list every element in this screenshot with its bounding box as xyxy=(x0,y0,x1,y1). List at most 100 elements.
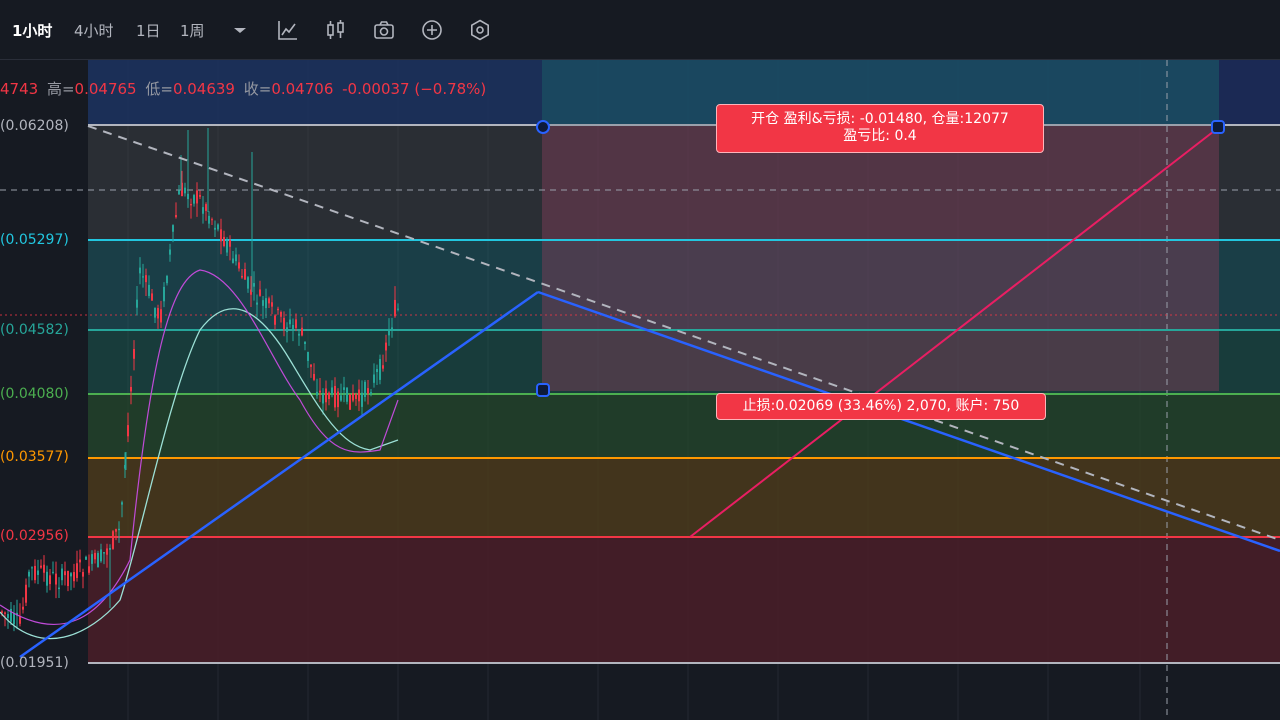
position-entry-handle[interactable] xyxy=(536,120,550,134)
candle-body xyxy=(307,352,309,361)
candle-body xyxy=(52,571,54,573)
candle-body xyxy=(133,348,135,359)
candle-body xyxy=(331,387,333,394)
candle-body xyxy=(364,381,366,397)
candle-body xyxy=(208,215,210,224)
candle-body xyxy=(397,308,399,310)
interval-1w[interactable]: 1周 xyxy=(180,20,205,41)
candle-body xyxy=(277,308,279,311)
candle-body xyxy=(103,552,105,554)
candle-style-icon[interactable] xyxy=(324,18,348,42)
candle-body xyxy=(46,571,48,586)
position-entry-label: 开仓 盈利&亏损: -0.01480, 仓量:12077 xyxy=(751,111,1009,127)
settings-icon[interactable] xyxy=(468,18,492,42)
candle-body xyxy=(136,299,138,308)
ohlc-high: 0.04765 xyxy=(74,80,137,98)
candle-body xyxy=(202,207,204,214)
candle-body xyxy=(352,393,354,401)
candle-body xyxy=(145,275,147,283)
candle-body xyxy=(85,556,87,560)
position-entry-tooltip[interactable]: 开仓 盈利&亏损: -0.01480, 仓量:12077 盈亏比: 0.4 xyxy=(716,104,1044,153)
candle-body xyxy=(256,302,258,305)
candle-body xyxy=(214,227,216,230)
candle-body xyxy=(274,315,276,325)
indicators-icon[interactable] xyxy=(276,18,300,42)
candle-body xyxy=(388,329,390,336)
candle-body xyxy=(244,269,246,280)
candle-body xyxy=(169,249,171,255)
candle-body xyxy=(127,425,129,437)
candle-body xyxy=(40,565,42,568)
candle-body xyxy=(70,573,72,577)
candle-body xyxy=(235,254,237,262)
candle-body xyxy=(205,204,207,211)
candle-body xyxy=(382,365,384,369)
candle-body xyxy=(166,276,168,284)
candle-body xyxy=(346,387,348,402)
candle-body xyxy=(310,364,312,367)
candle-body xyxy=(13,612,15,625)
candle-body xyxy=(370,392,372,394)
chevron-down-icon[interactable] xyxy=(228,18,252,42)
candle-body xyxy=(112,531,114,549)
ohlc-close: 0.04706 xyxy=(271,80,334,98)
chart-canvas[interactable] xyxy=(0,60,1280,720)
candle-body xyxy=(325,388,327,403)
position-profit-zone xyxy=(1219,60,1280,125)
candle-body xyxy=(373,374,375,383)
candle-body xyxy=(76,563,78,578)
fib-level-label: (0.02956) xyxy=(0,528,69,544)
candle-body xyxy=(130,386,132,392)
candle-body xyxy=(190,204,192,206)
candle-body xyxy=(193,195,195,204)
candle-body xyxy=(118,528,120,531)
candle-body xyxy=(73,572,75,582)
candle-body xyxy=(238,262,240,269)
stop-loss-handle[interactable] xyxy=(536,383,550,397)
candle-body xyxy=(289,319,291,325)
stop-loss-tooltip[interactable]: 止损:0.02069 (33.46%) 2,070, 账户: 750 xyxy=(716,393,1046,420)
candle-body xyxy=(355,394,357,399)
candle-body xyxy=(43,564,45,573)
candle-body xyxy=(349,394,351,410)
candle-body xyxy=(319,390,321,393)
candle-body xyxy=(229,240,231,247)
add-icon[interactable] xyxy=(420,18,444,42)
candle-body xyxy=(4,612,6,614)
candle-body xyxy=(379,359,381,380)
interval-1h[interactable]: 1小时 xyxy=(12,20,52,41)
candle-body xyxy=(121,502,123,505)
candle-body xyxy=(19,616,21,624)
candle-body xyxy=(265,298,267,309)
candle-body xyxy=(295,319,297,328)
candle-body xyxy=(385,342,387,351)
candle-body xyxy=(334,385,336,408)
camera-icon[interactable] xyxy=(372,18,396,42)
fib-level-label: (0.03577) xyxy=(0,449,69,465)
candle-body xyxy=(106,548,108,555)
candle-body xyxy=(394,299,396,317)
candle-body xyxy=(340,395,342,401)
candle-body xyxy=(220,229,222,242)
candle-body xyxy=(262,300,264,306)
candle-body xyxy=(160,309,162,323)
candle-body xyxy=(22,606,24,610)
chart-pane[interactable] xyxy=(0,60,1280,720)
candle-body xyxy=(292,324,294,330)
ohlc-low: 0.04639 xyxy=(172,80,235,98)
candle-body xyxy=(58,587,60,590)
candle-body xyxy=(358,389,360,402)
candle-body xyxy=(37,570,39,575)
candle-body xyxy=(115,529,117,532)
candle-body xyxy=(376,368,378,373)
candle-body xyxy=(178,190,180,195)
ohlc-legend: 4743 高=0.04765 低=0.04639 收=0.04706 -0.00… xyxy=(0,78,490,100)
position-target-handle[interactable] xyxy=(1211,120,1225,134)
candle-body xyxy=(253,283,255,287)
interval-1d[interactable]: 1日 xyxy=(136,20,161,41)
interval-4h[interactable]: 4小时 xyxy=(74,20,114,41)
candle-body xyxy=(241,275,243,278)
candle-body xyxy=(82,572,84,577)
candle-body xyxy=(67,570,69,587)
candle-body xyxy=(142,276,144,278)
